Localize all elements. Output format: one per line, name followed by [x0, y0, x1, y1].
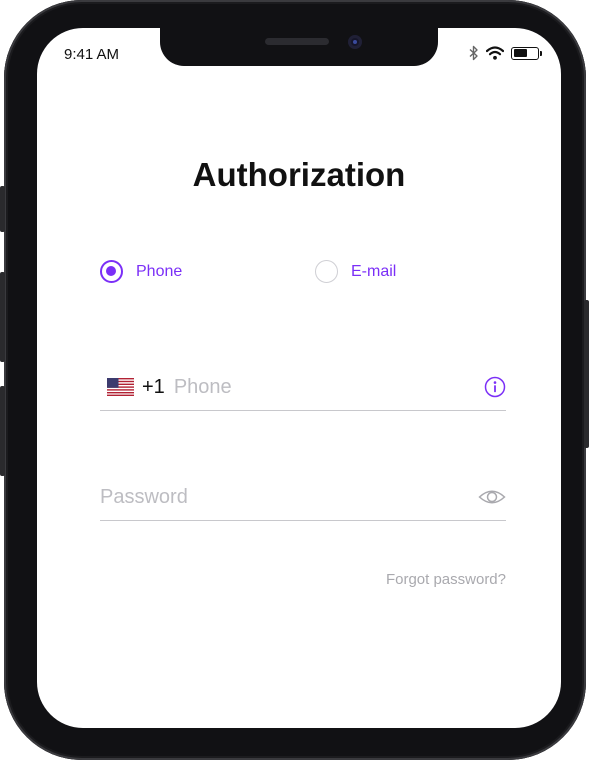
phone-field: +1 [100, 364, 506, 411]
front-camera [348, 35, 362, 49]
radio-phone-label[interactable]: Phone [136, 263, 182, 281]
speaker-grille [265, 38, 329, 45]
wifi-icon [486, 46, 504, 60]
radio-email-indicator[interactable] [315, 260, 338, 283]
forgot-password-link[interactable]: Forgot password? [386, 571, 506, 588]
status-time: 9:41 AM [64, 46, 120, 63]
phone-input[interactable] [173, 372, 484, 402]
radio-phone-indicator[interactable] [100, 260, 123, 283]
volume-up-button [0, 272, 5, 362]
screen: 9:41 AM Authorization Phone E-mail +1 Ph… [37, 28, 561, 728]
phone-frame: 9:41 AM Authorization Phone E-mail +1 Ph… [0, 0, 589, 760]
radio-email-label[interactable]: E-mail [351, 263, 396, 281]
battery-icon [511, 46, 542, 60]
bluetooth-icon [469, 45, 478, 61]
volume-down-button [0, 386, 5, 476]
info-icon[interactable] [484, 376, 506, 398]
page-title: Authorization [192, 156, 406, 193]
silent-switch [0, 186, 5, 232]
password-field [100, 474, 506, 521]
notch [160, 28, 438, 66]
password-input[interactable] [100, 482, 478, 512]
power-button [584, 300, 589, 448]
battery-level [513, 49, 527, 57]
radio-email[interactable]: E-mail [315, 260, 396, 283]
auth-method-selector: Phone E-mail [100, 260, 530, 290]
eye-icon[interactable] [478, 487, 506, 507]
country-code[interactable]: +1 [142, 376, 165, 399]
status-icons [469, 45, 542, 61]
us-flag-icon[interactable] [107, 378, 134, 396]
radio-phone[interactable]: Phone [100, 260, 182, 283]
